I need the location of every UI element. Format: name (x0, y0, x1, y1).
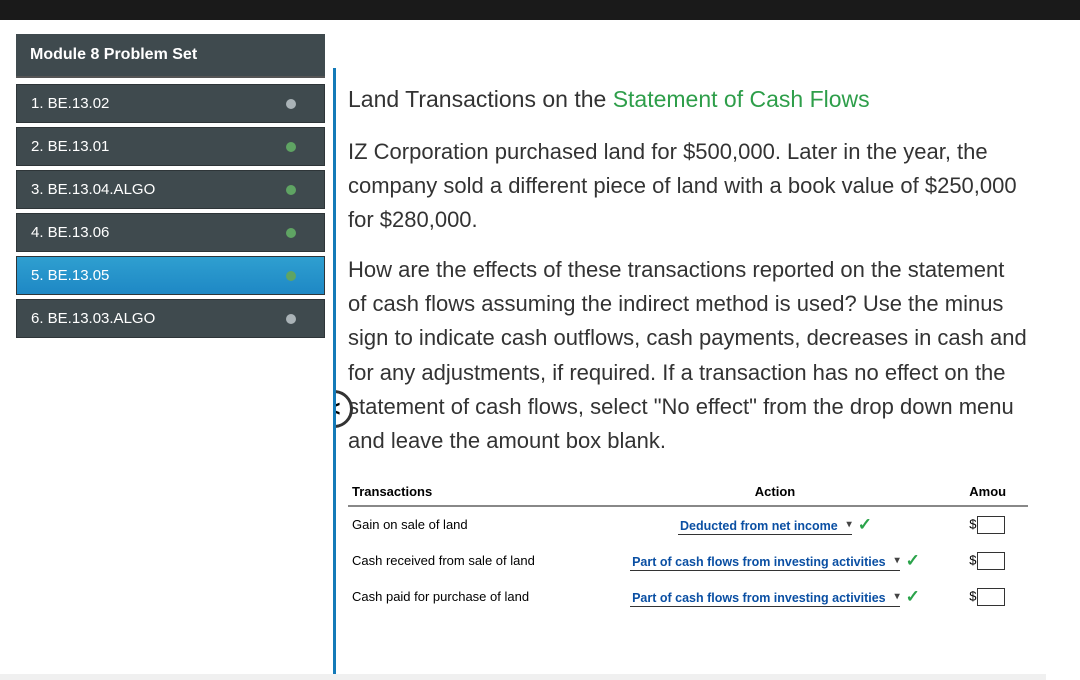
amount-input[interactable] (977, 516, 1005, 534)
main-container: Module 8 Problem Set 1. BE.13.02 2. BE.13… (0, 20, 1080, 674)
chevron-left-icon: < (333, 396, 340, 422)
question-title: Land Transactions on the Statement of Ca… (348, 86, 1028, 113)
table-row: Cash received from sale of land Part of c… (348, 543, 1028, 579)
sidebar-item-label: 1. BE.13.02 (31, 95, 109, 112)
sidebar-item-2[interactable]: 2. BE.13.01 (16, 127, 325, 166)
question-scenario: IZ Corporation purchased land for $500,0… (348, 135, 1028, 237)
status-dot-icon (286, 271, 296, 281)
answer-table: Transactions Action Amou Gain on sale of… (348, 478, 1028, 615)
status-dot-icon (286, 314, 296, 324)
sidebar-item-5[interactable]: 5. BE.13.05 (16, 256, 325, 295)
currency-symbol: $ (969, 588, 976, 603)
action-select[interactable]: Deducted from net income (678, 519, 852, 535)
col-action: Action (591, 478, 966, 506)
status-dot-icon (286, 228, 296, 238)
sidebar-item-label: 2. BE.13.01 (31, 138, 109, 155)
col-transactions: Transactions (348, 478, 591, 506)
sidebar: Module 8 Problem Set 1. BE.13.02 2. BE.13… (8, 28, 333, 674)
currency-symbol: $ (969, 552, 976, 567)
sidebar-item-label: 4. BE.13.06 (31, 224, 109, 241)
check-icon: ✓ (858, 515, 872, 534)
question-content: < Land Transactions on the Statement of … (333, 68, 1046, 674)
status-dot-icon (286, 142, 296, 152)
sidebar-item-4[interactable]: 4. BE.13.06 (16, 213, 325, 252)
check-icon: ✓ (906, 551, 920, 570)
col-amount: Amou (965, 478, 1028, 506)
sidebar-item-label: 3. BE.13.04.ALGO (31, 181, 155, 198)
table-row: Gain on sale of land Deducted from net in… (348, 506, 1028, 543)
amount-input[interactable] (977, 588, 1005, 606)
sidebar-item-6[interactable]: 6. BE.13.03.ALGO (16, 299, 325, 338)
question-instructions: How are the effects of these transaction… (348, 253, 1028, 458)
action-select[interactable]: Part of cash flows from investing activi… (630, 591, 900, 607)
sidebar-item-label: 5. BE.13.05 (31, 267, 109, 284)
title-prefix: Land Transactions on the (348, 86, 613, 112)
txn-label: Gain on sale of land (348, 506, 591, 543)
status-dot-icon (286, 99, 296, 109)
window-topbar (0, 0, 1080, 20)
status-dot-icon (286, 185, 296, 195)
currency-symbol: $ (969, 516, 976, 531)
check-icon: ✓ (906, 587, 920, 606)
table-row: Cash paid for purchase of land Part of ca… (348, 579, 1028, 615)
amount-input[interactable] (977, 552, 1005, 570)
sidebar-item-1[interactable]: 1. BE.13.02 (16, 84, 325, 123)
sidebar-item-3[interactable]: 3. BE.13.04.ALGO (16, 170, 325, 209)
txn-label: Cash received from sale of land (348, 543, 591, 579)
sidebar-item-label: 6. BE.13.03.ALGO (31, 310, 155, 327)
action-select[interactable]: Part of cash flows from investing activi… (630, 555, 900, 571)
txn-label: Cash paid for purchase of land (348, 579, 591, 615)
title-link[interactable]: Statement of Cash Flows (613, 86, 870, 112)
module-header: Module 8 Problem Set (16, 34, 325, 78)
